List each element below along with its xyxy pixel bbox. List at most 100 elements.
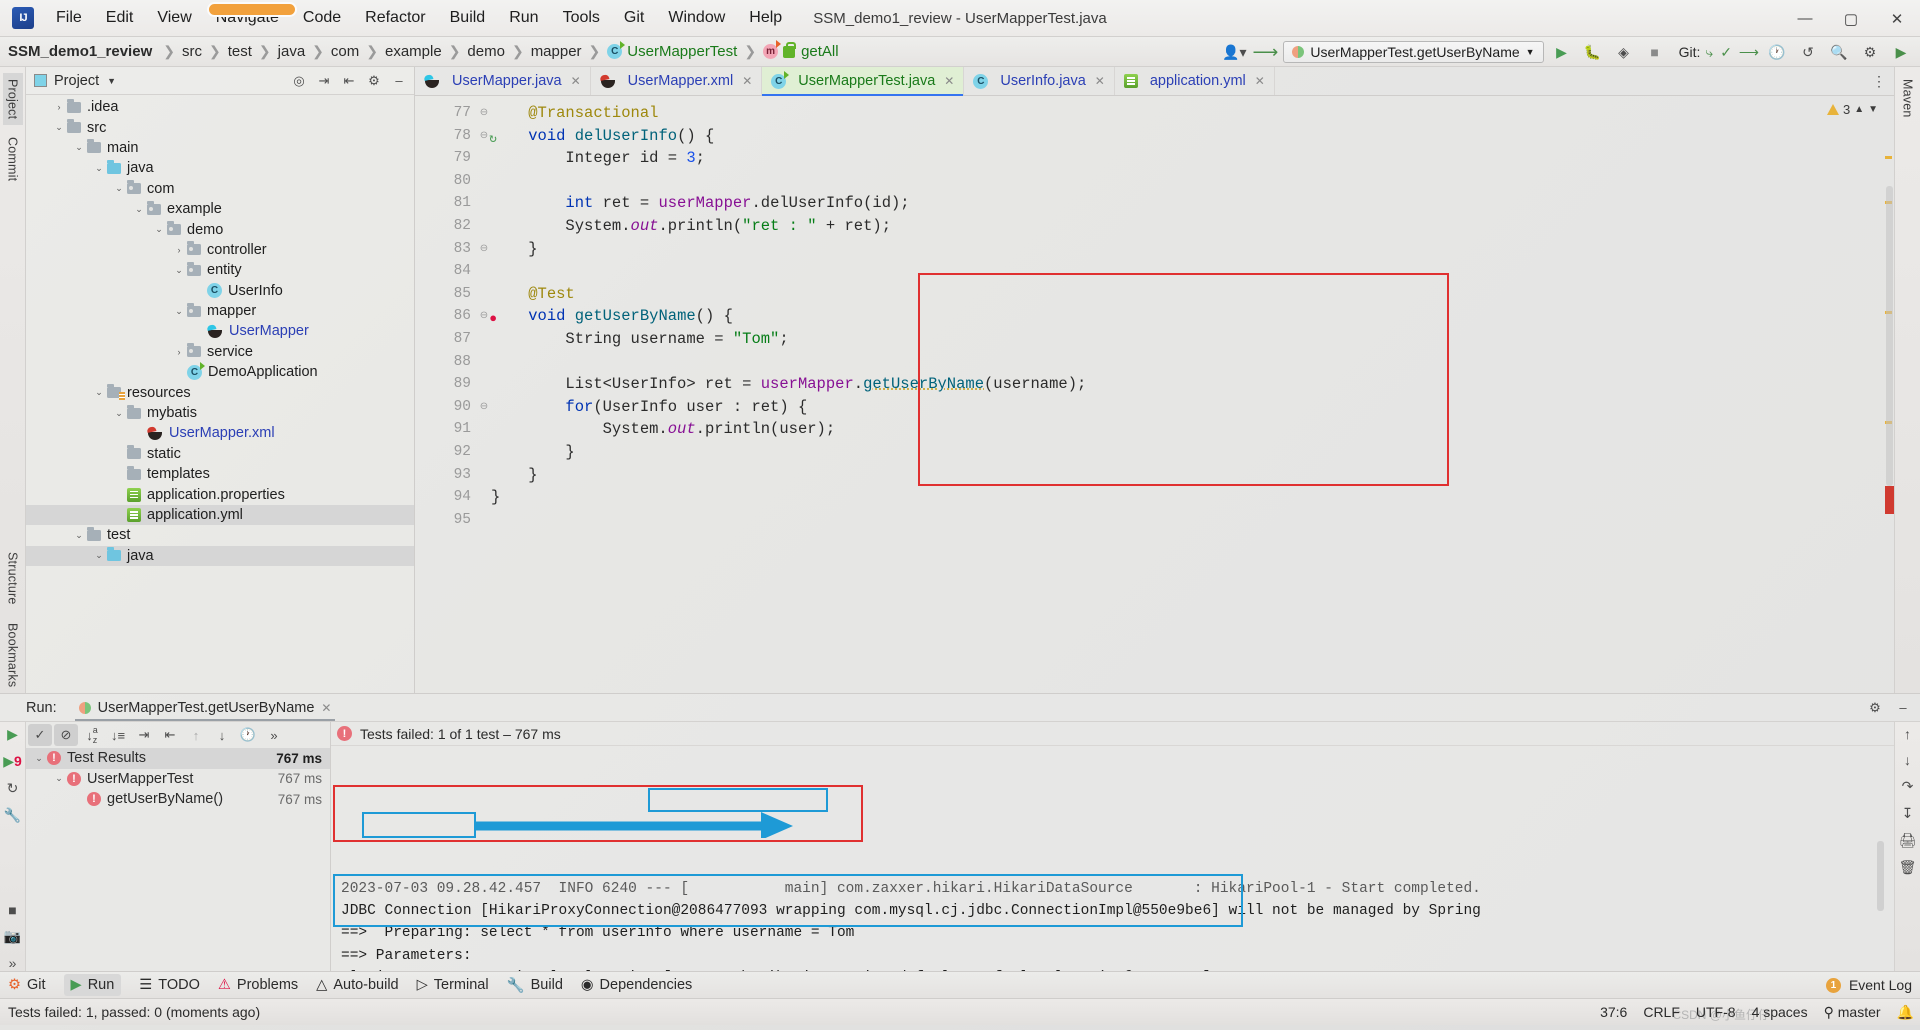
tree-expander-icon[interactable]: ⌄ [54,122,64,133]
breadcrumb-src[interactable]: ❯ src [156,43,202,60]
rail-tab-structure[interactable]: Structure [3,546,23,611]
tree-expander-icon[interactable]: ⌄ [94,550,104,561]
history-icon[interactable]: 🕐 [1764,40,1790,64]
tree-item-application-properties[interactable]: application.properties [26,484,414,504]
tree-item-demoapplication[interactable]: C DemoApplication [26,361,414,382]
bottom-tab-git[interactable]: ⚙ Git [8,977,46,993]
menu-run[interactable]: Run [497,5,550,31]
tree-expander-icon[interactable]: ⌄ [134,204,144,215]
tree-item-com[interactable]: ⌄ com [26,179,414,199]
breadcrumb-method[interactable]: ❯ m getAll [737,40,839,60]
run-settings-gear-icon[interactable]: ⚙ [1864,697,1886,719]
breadcrumb-class[interactable]: ❯ C UserMapperTest [582,41,737,60]
test-tree-item-usermappertest[interactable]: ⌄! UserMapperTest 767 ms [26,769,330,790]
editor-tab-usermapper-java[interactable]: UserMapper.java ✕ [415,67,591,95]
tree-expander-icon[interactable]: › [174,347,184,357]
fold-toggle[interactable] [477,260,491,283]
hide-run-panel-icon[interactable]: – [1892,697,1914,719]
print-icon[interactable]: 🖨 [1899,832,1917,849]
collapse-all-icon[interactable]: ⇤ [338,70,360,92]
menu-tools[interactable]: Tools [551,5,612,31]
breadcrumb-project[interactable]: SSM_demo1_review [8,43,156,60]
close-tab-icon[interactable]: ✕ [944,74,954,88]
notifications-icon[interactable]: 🔔 [1897,1004,1914,1021]
menu-window[interactable]: Window [656,5,737,31]
more-options-icon[interactable]: » [262,724,286,746]
settings-wrench-icon[interactable]: 🔧 [4,807,21,824]
editor-scrollbar-thumb[interactable] [1886,186,1893,486]
console-output[interactable]: 2023-07-03 09.28.42.457 INFO 6240 --- [ … [331,746,1894,971]
tree-item-test[interactable]: ⌄ test [26,525,414,545]
sort-by-duration-icon[interactable]: ↓≡ [106,724,130,746]
fold-toggle[interactable] [477,464,491,487]
menu-view[interactable]: View [145,5,203,31]
bottom-tab-dependencies[interactable]: ◉ Dependencies [581,977,692,993]
test-history-icon[interactable]: 🕐 [236,724,260,746]
tree-expander-icon[interactable]: ⌄ [94,163,104,174]
breadcrumb-demo[interactable]: ❯ demo [442,43,505,60]
caret-position[interactable]: 37:6 [1600,1004,1627,1020]
code-editor[interactable]: 77 ↻ 78 79 80 81 82 83 84 85 ● 86 87 88 89 90 91 92 93 94 95… [415,96,1894,693]
run-anything-icon[interactable]: ▶ [1888,40,1914,64]
console-scrollbar-thumb[interactable] [1877,841,1884,911]
tree-item-templates[interactable]: templates [26,464,414,484]
fold-toggle[interactable] [477,328,491,351]
close-button[interactable]: ✕ [1874,0,1920,37]
rail-tab-maven[interactable]: Maven [1898,73,1918,124]
git-branch[interactable]: ⚲ master [1824,1004,1881,1021]
chevron-down-icon[interactable]: ▼ [1868,104,1878,115]
fold-toggle[interactable]: ⊖ [477,102,491,125]
fold-toggle[interactable] [477,192,491,215]
test-toolbar[interactable]: ✓ ⊘ ↓ a z ↓≡ ⇥ ⇤ ↑ ↓ 🕐 » [26,722,330,748]
rail-tab-bookmarks[interactable]: Bookmarks [3,617,23,693]
search-icon[interactable]: 🔍 [1826,40,1852,64]
inspection-status[interactable]: 3 ▲ ▼ [1826,102,1878,117]
breadcrumb-test[interactable]: ❯ test [202,43,252,60]
run-coverage-icon[interactable]: ◈ [1611,40,1637,64]
tree-item-usermapper[interactable]: UserMapper [26,321,414,341]
fold-toggle[interactable] [477,351,491,374]
scroll-to-end-icon[interactable]: ↧ [1902,805,1914,822]
event-log-area[interactable]: 1 Event Log [1825,977,1912,993]
breadcrumb-com[interactable]: ❯ com [305,43,359,60]
menu-help[interactable]: Help [737,5,794,31]
fold-toggle[interactable]: ⊖ [477,305,491,328]
test-tree-item-test-results[interactable]: ⌄! Test Results 767 ms [26,748,330,769]
fold-toggle[interactable]: ⊖ [477,238,491,261]
stop-icon[interactable]: ■ [1642,40,1668,64]
settings-gear-icon[interactable]: ⚙ [1857,40,1883,64]
editor-tab-usermapper-xml[interactable]: UserMapper.xml ✕ [591,67,763,95]
undo-icon[interactable]: ↺ [1795,40,1821,64]
show-ignored-toggle[interactable]: ⊘ [54,724,78,746]
breadcrumb-java[interactable]: ❯ java [252,43,305,60]
next-failed-icon[interactable]: ↓ [210,724,234,746]
tree-item-userinfo[interactable]: C UserInfo [26,281,414,301]
tree-item-mybatis[interactable]: ⌄ mybatis [26,403,414,423]
tree-expander-icon[interactable]: ⌄ [74,142,84,153]
filter-icon[interactable]: ■ [8,902,16,918]
tree-item-mapper[interactable]: ⌄ mapper [26,301,414,321]
tree-item-static[interactable]: static [26,444,414,464]
project-tree[interactable]: › .idea ⌄ src ⌄ main ⌄ java ⌄ com ⌄ example ⌄ demo › co… [26,95,414,693]
debug-icon[interactable]: 🐛 [1580,40,1606,64]
rerun-automatically-icon[interactable]: ↻ [7,780,19,797]
tree-expander-icon[interactable]: › [54,102,64,112]
menu-refactor[interactable]: Refactor [353,5,437,31]
bottom-tab-todo[interactable]: ☰ TODO [139,977,200,993]
tree-item-java[interactable]: ⌄ java [26,158,414,178]
minimize-button[interactable]: — [1782,0,1828,37]
tree-expander-icon[interactable]: › [174,245,184,255]
git-actions[interactable]: ⤷ ✓ ⟶ [1705,44,1759,61]
git-commit-icon[interactable]: ✓ [1720,44,1732,61]
tree-item-main[interactable]: ⌄ main [26,138,414,158]
tree-item-src[interactable]: ⌄ src [26,117,414,137]
menu-build[interactable]: Build [438,5,498,31]
menu-bar[interactable]: File Edit View Navigate Code Refactor Bu… [44,5,794,31]
fold-toggle[interactable] [477,418,491,441]
tree-expander-icon[interactable]: ⌄ [94,387,104,398]
editor-tab-userinfo-java[interactable]: C UserInfo.java ✕ [964,67,1115,95]
bottom-tab-terminal[interactable]: ▷ Terminal [417,977,489,993]
editor-code-text[interactable]: @Transactional void delUserInfo() { Inte… [491,96,1894,693]
fold-toggle[interactable] [477,170,491,193]
tree-expander-icon[interactable]: ⌄ [114,183,124,194]
